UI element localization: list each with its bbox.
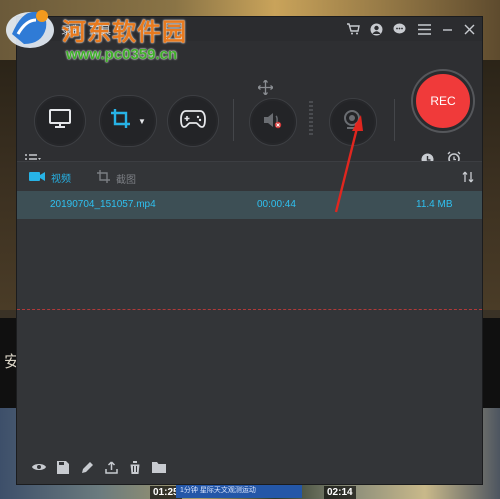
watermark-url: www.pc0359.cn	[66, 46, 178, 63]
recording-list: 20190704_151057.mp4 00:00:44 11.4 MB	[17, 191, 482, 309]
tab-video-label: 视频	[51, 174, 71, 185]
rec-button[interactable]: REC	[413, 71, 473, 131]
sort-icon[interactable]	[460, 169, 476, 185]
edit-icon[interactable]	[79, 459, 95, 475]
monitor-icon	[49, 108, 71, 134]
tab-screenshot-label: 截图	[116, 174, 136, 186]
system-audio-button[interactable]	[249, 98, 297, 146]
webcam-icon	[342, 109, 364, 136]
tab-screenshot[interactable]: 截图	[97, 170, 136, 186]
crop-icon	[97, 170, 110, 186]
fullscreen-capture-button[interactable]	[34, 95, 86, 147]
capture-boundary-line	[17, 309, 482, 310]
speaker-icon	[262, 110, 284, 135]
user-icon[interactable]	[367, 20, 385, 38]
share-icon[interactable]	[103, 459, 119, 475]
webcam-button[interactable]	[329, 98, 377, 146]
save-icon[interactable]	[55, 459, 71, 475]
divider	[233, 99, 234, 141]
file-duration: 00:00:44	[257, 199, 296, 210]
game-capture-button[interactable]	[167, 95, 219, 147]
watermark-logo	[2, 4, 58, 52]
menu-icon[interactable]	[415, 20, 433, 38]
volume-meter	[309, 101, 313, 137]
divider	[394, 99, 395, 141]
table-row[interactable]: 20190704_151057.mp4 00:00:44 11.4 MB	[17, 191, 482, 219]
preview-icon[interactable]	[31, 459, 47, 475]
watermark-title: 河东软件园	[62, 19, 187, 46]
file-name: 20190704_151057.mp4	[50, 199, 156, 210]
close-icon[interactable]	[460, 20, 478, 38]
gamepad-icon	[180, 109, 206, 133]
background-caption: 1分钟 星际天文观测运动	[176, 484, 302, 498]
cart-icon[interactable]	[344, 20, 362, 38]
chevron-down-icon: ▼	[138, 116, 146, 126]
bottom-toolbar	[17, 453, 482, 483]
file-size: 11.4 MB	[416, 199, 453, 210]
video-camera-icon	[29, 171, 45, 185]
rec-label: REC	[430, 94, 456, 108]
crop-icon	[110, 108, 132, 135]
folder-icon[interactable]	[151, 459, 167, 475]
minimize-icon[interactable]	[438, 20, 456, 38]
delete-icon[interactable]	[127, 459, 143, 475]
tab-video[interactable]: 视频	[29, 170, 71, 185]
region-capture-button[interactable]: ▼	[99, 95, 157, 147]
chat-icon[interactable]	[390, 20, 408, 38]
media-tabs: 视频 截图	[17, 161, 482, 192]
thumb-time: 02:14	[324, 486, 356, 499]
screen-recorder-window: 录制 工具 ▼ REC 视频 截图 20190704_151057.mp4 00…	[17, 17, 482, 484]
move-icon[interactable]	[257, 79, 273, 95]
